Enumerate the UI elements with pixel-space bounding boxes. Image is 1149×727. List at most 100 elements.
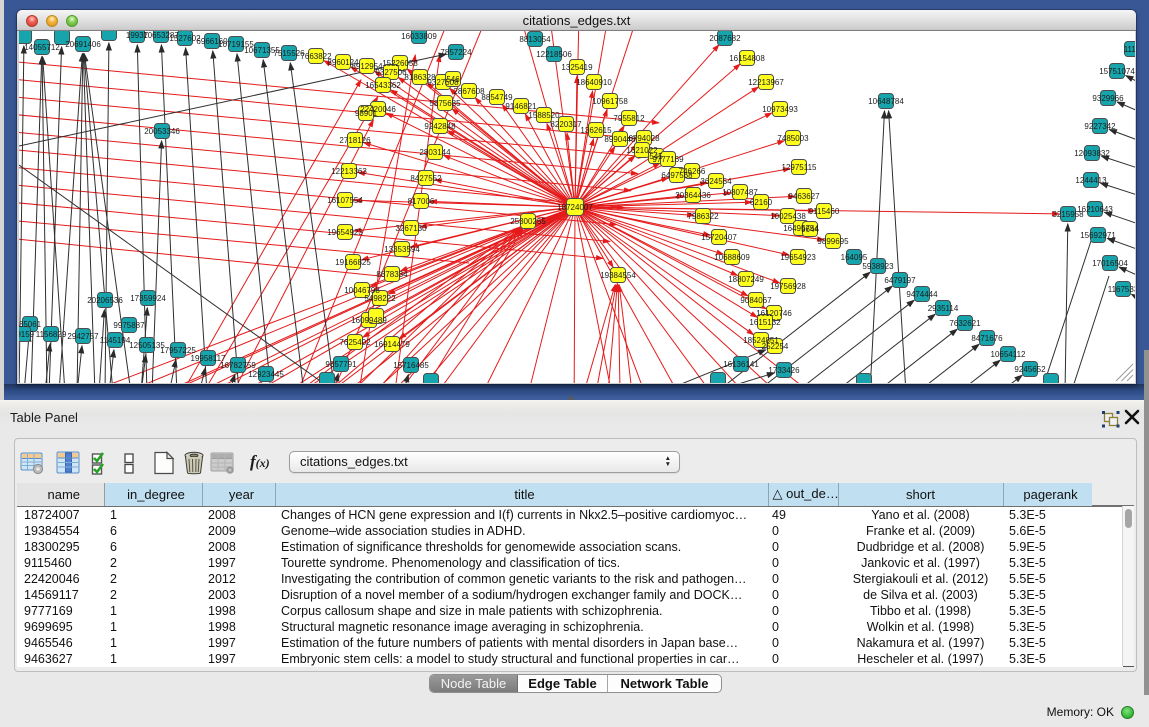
svg-text:6479197: 6479197 [884,276,916,285]
svg-text:14055712: 14055712 [24,43,60,52]
svg-text:7955812: 7955812 [613,114,645,123]
svg-text:10648784: 10648784 [868,97,904,106]
svg-text:16914479: 16914479 [374,340,410,349]
svg-text:7632621: 7632621 [949,319,981,328]
svg-text:5875685: 5875685 [429,99,461,108]
svg-text:7485003: 7485003 [777,134,809,143]
svg-text:1244413: 1244413 [1075,176,1107,185]
svg-text:12923445: 12923445 [248,370,284,379]
svg-text:16107554: 16107554 [327,196,363,205]
svg-text:17359924: 17359924 [130,294,166,303]
svg-text:9115460: 9115460 [808,207,839,216]
svg-text:12218506: 12218506 [536,50,572,59]
svg-text:1156829: 1156829 [35,330,66,339]
svg-text:9899695: 9899695 [817,237,849,246]
svg-text:1588520: 1588520 [528,111,560,120]
svg-text:9329966: 9329966 [1092,94,1124,103]
svg-text:8813054: 8813054 [519,35,551,44]
svg-text:19654923: 19654923 [327,228,363,237]
svg-text:9146821: 9146821 [505,102,537,111]
svg-text:16136141: 16136141 [723,360,759,369]
svg-text:2087682: 2087682 [709,34,741,43]
svg-text:19654923: 19654923 [780,253,816,262]
svg-text:16782759: 16782759 [220,361,256,370]
svg-text:16099489: 16099489 [351,316,387,325]
svg-text:19166825: 19166825 [335,258,371,267]
svg-text:9227342: 9227342 [1084,122,1116,131]
svg-text:12975115: 12975115 [781,163,817,172]
svg-text:9777169: 9777169 [652,155,684,164]
svg-text:6794028: 6794028 [628,134,660,143]
svg-text:12093832: 12093832 [1074,149,1110,158]
svg-text:7986322: 7986322 [687,212,719,221]
svg-text:7857224: 7857224 [440,48,472,57]
svg-text:1325419: 1325419 [561,63,593,72]
svg-text:16210643: 16210643 [1077,205,1113,214]
svg-text:8878334: 8878334 [376,270,408,279]
svg-text:9084067: 9084067 [740,296,772,305]
svg-text:1733426: 1733426 [768,366,800,375]
svg-text:9327506: 9327506 [375,68,407,77]
svg-text:1117: 1117 [1123,45,1134,54]
svg-text:817006: 817006 [407,197,434,206]
svg-text:15720407: 15720407 [701,233,737,242]
svg-text:2942757: 2942757 [67,332,99,341]
svg-text:8427552: 8427552 [410,174,442,183]
svg-text:20364436: 20364436 [675,191,711,200]
svg-text:19384554: 19384554 [600,271,636,280]
svg-text:2718126: 2718126 [339,136,371,145]
svg-text:12213967: 12213967 [748,78,784,87]
svg-text:2803144: 2803144 [419,148,451,157]
svg-text:15226058: 15226058 [382,59,418,68]
svg-text:9474444: 9474444 [906,290,938,299]
svg-text:8220317: 8220317 [550,120,582,129]
svg-text:15751074: 15751074 [1099,67,1135,76]
svg-text:16120746: 16120746 [756,309,792,318]
svg-text:546: 546 [446,75,460,84]
svg-text:1167533: 1167533 [1107,285,1134,294]
svg-text:12213363: 12213363 [331,167,367,176]
svg-text:20053346: 20053346 [144,127,180,136]
svg-text:16543362: 16543362 [365,81,401,90]
svg-text:252254: 252254 [761,342,788,351]
svg-text:18807249: 18807249 [728,275,764,284]
svg-text:3267130: 3267130 [395,224,427,233]
svg-text:2935114: 2935114 [927,304,958,313]
svg-text:9644: 9644 [801,225,819,234]
svg-text:1145194: 1145194 [99,336,130,345]
svg-text:16033809: 16033809 [401,32,437,41]
svg-text:10807487: 10807487 [722,188,758,197]
svg-text:3624554: 3624554 [700,177,732,186]
svg-text:10961758: 10961758 [592,97,628,106]
svg-text:9463627: 9463627 [788,192,820,201]
svg-text:10025438: 10025438 [770,212,806,221]
svg-text:8854749: 8854749 [481,93,513,102]
svg-text:164095: 164095 [840,253,867,262]
svg-text:16154808: 16154808 [729,54,765,63]
svg-text:39159: 39159 [19,330,35,339]
svg-text:18640910: 18640910 [576,78,612,87]
svg-text:9242848: 9242848 [424,122,456,131]
svg-text:10688609: 10688609 [714,253,750,262]
svg-text:98901: 98901 [354,109,377,118]
svg-text:15692971: 15692971 [1080,231,1116,240]
svg-text:2867608: 2867608 [453,87,485,96]
svg-text:13353594: 13353594 [384,245,420,254]
svg-text:85061: 85061 [19,320,42,329]
svg-text:17016504: 17016504 [1092,259,1128,268]
svg-text:9245652: 9245652 [1014,365,1046,374]
svg-text:18724007: 18724007 [557,203,593,212]
svg-text:6497568: 6497568 [661,171,693,180]
svg-text:1615132: 1615132 [749,318,781,327]
svg-text:5498222: 5498222 [364,294,396,303]
svg-text:19756928: 19756928 [770,282,806,291]
svg-text:10973493: 10973493 [762,105,798,114]
svg-text:10654112: 10654112 [990,350,1026,359]
svg-text:9975887: 9975887 [113,321,145,330]
svg-text:62160: 62160 [749,198,772,207]
svg-text:8471676: 8471676 [971,334,1003,343]
svg-text:20206536: 20206536 [87,296,123,305]
svg-text:15716485: 15716485 [393,361,429,370]
svg-text:9857791: 9857791 [325,360,357,369]
svg-text:7625402: 7625402 [339,338,371,347]
